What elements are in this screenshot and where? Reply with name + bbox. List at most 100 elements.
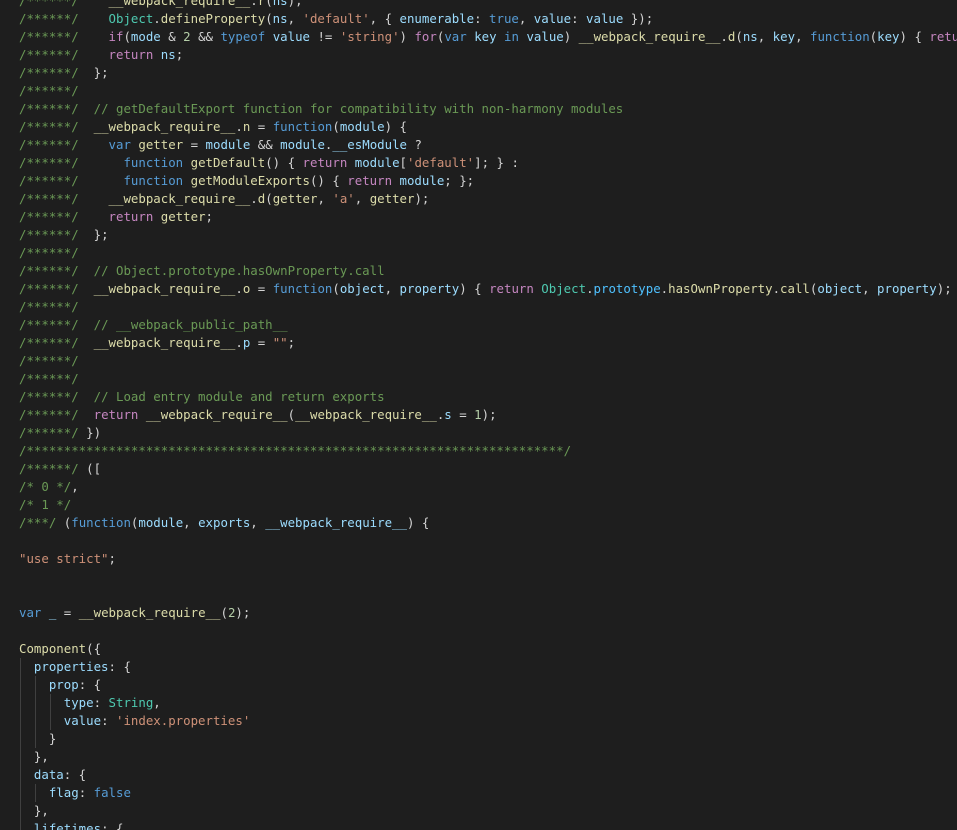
code-line[interactable]: /******/ __webpack_require__.d(getter, '… [19, 190, 957, 208]
code-line[interactable]: /******/ [19, 82, 957, 100]
code-line[interactable]: /* 0 */, [19, 478, 957, 496]
code-line[interactable]: /***/ (function(module, exports, __webpa… [19, 514, 957, 532]
code-line[interactable]: /******/ // getDefaultExport function fo… [19, 100, 957, 118]
code-line[interactable]: /***************************************… [19, 442, 957, 460]
code-line[interactable]: /******/ return getter; [19, 208, 957, 226]
code-line[interactable]: /******/ __webpack_require__.r(ns); [19, 0, 957, 10]
indent-guide [34, 712, 36, 730]
code-line[interactable]: /******/ // Load entry module and return… [19, 388, 957, 406]
code-token: ); [481, 407, 497, 422]
code-line[interactable]: /******/ }; [19, 64, 957, 82]
code-token: function [809, 29, 870, 44]
code-token: }, [19, 803, 49, 818]
code-line[interactable]: /******/ Object.defineProperty(ns, 'defa… [19, 10, 957, 28]
code-token: = [56, 605, 79, 620]
code-token: () { [309, 173, 348, 188]
code-line[interactable]: /******/ [19, 244, 957, 262]
code-line[interactable]: Component({ [19, 640, 957, 658]
code-token: . [250, 191, 258, 206]
code-token: false [93, 785, 131, 800]
code-token: : { [101, 821, 124, 830]
code-line[interactable]: /******/ ([ [19, 460, 957, 478]
code-token: Object [541, 281, 587, 296]
code-line[interactable]: }, [19, 748, 957, 766]
code-token: 'string' [339, 29, 400, 44]
code-token: , [384, 281, 400, 296]
code-token: /******/ [19, 335, 79, 350]
code-token: /******/ [19, 317, 79, 332]
code-editor[interactable]: /******/ __webpack_require__.r(ns);/****… [0, 0, 957, 830]
code-token: in [504, 29, 519, 44]
code-token: ]; } : [474, 155, 519, 170]
code-line[interactable]: "use strict"; [19, 550, 957, 568]
code-line[interactable]: /******/ [19, 370, 957, 388]
code-token: }); [623, 11, 654, 26]
code-token: ( [123, 29, 131, 44]
code-token: ( [287, 407, 296, 422]
code-line[interactable]: properties: { [19, 658, 957, 676]
code-token: : [78, 785, 94, 800]
code-token: key [772, 29, 796, 44]
code-line[interactable] [19, 622, 957, 640]
code-token: /******/ [19, 47, 79, 62]
code-line[interactable]: /******/ }; [19, 226, 957, 244]
code-line[interactable]: /******/ }) [19, 424, 957, 442]
code-token: ([ [78, 461, 102, 476]
code-token: /******/ [19, 209, 79, 224]
code-line[interactable]: /******/ [19, 352, 957, 370]
code-token: typeof [220, 29, 266, 44]
code-line[interactable]: lifetimes: { [19, 820, 957, 830]
code-token: return [489, 281, 534, 296]
code-line[interactable] [19, 568, 957, 586]
code-line[interactable] [19, 532, 957, 550]
code-line[interactable]: /******/ __webpack_require__.o = functio… [19, 280, 957, 298]
code-token: defineProperty [160, 11, 266, 26]
code-token: : { [78, 677, 102, 692]
code-line[interactable]: /******/ return __webpack_require__(__we… [19, 406, 957, 424]
code-line[interactable]: type: String, [19, 694, 957, 712]
code-token: call [780, 281, 810, 296]
code-line[interactable]: /******/ return ns; [19, 46, 957, 64]
code-line[interactable]: /******/ __webpack_require__.p = ""; [19, 334, 957, 352]
code-token: Component [19, 641, 87, 656]
code-token: . [235, 281, 243, 296]
code-line[interactable]: /******/ [19, 298, 957, 316]
code-token: return [347, 173, 393, 188]
code-line[interactable]: /******/ if(mode & 2 && typeof value != … [19, 28, 957, 46]
code-line[interactable]: flag: false [19, 784, 957, 802]
code-line[interactable]: prop: { [19, 676, 957, 694]
code-line[interactable]: /* 1 */ [19, 496, 957, 514]
code-line[interactable]: }, [19, 802, 957, 820]
code-line[interactable]: } [19, 730, 957, 748]
code-token: __webpack_require__ [93, 281, 236, 296]
code-line[interactable]: /******/ // __webpack_public_path__ [19, 316, 957, 334]
code-token: : { [63, 767, 87, 782]
code-line[interactable]: /******/ var getter = module && module._… [19, 136, 957, 154]
code-token: String [108, 695, 154, 710]
code-line[interactable]: var _ = __webpack_require__(2); [19, 604, 957, 622]
code-token: getter [138, 137, 184, 152]
code-token: var [108, 137, 131, 152]
code-token: } [19, 731, 57, 746]
code-token: }, [19, 749, 49, 764]
code-line[interactable]: /******/ function getModuleExports() { r… [19, 172, 957, 190]
code-line[interactable]: /******/ // Object.prototype.hasOwnPrope… [19, 262, 957, 280]
code-token: /******/ [19, 227, 79, 242]
code-line[interactable]: /******/ __webpack_require__.n = functio… [19, 118, 957, 136]
code-token: return [929, 29, 957, 44]
code-token: __webpack_require__ [578, 29, 721, 44]
code-line[interactable]: value: 'index.properties' [19, 712, 957, 730]
code-token: , [862, 281, 878, 296]
code-token: /******/ [19, 191, 79, 206]
code-token: ns [742, 29, 758, 44]
code-line[interactable]: /******/ function getDefault() { return … [19, 154, 957, 172]
code-line[interactable]: data: { [19, 766, 957, 784]
code-lines[interactable]: /******/ __webpack_require__.r(ns);/****… [19, 0, 957, 830]
code-line[interactable] [19, 586, 957, 604]
